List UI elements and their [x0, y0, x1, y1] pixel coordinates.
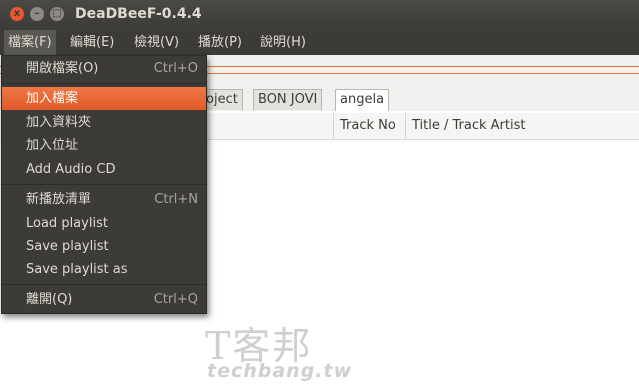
menu-item-accelerator: Ctrl+N	[154, 192, 198, 207]
menu-item-add-folder[interactable]: 加入資料夾	[2, 111, 206, 134]
menu-help[interactable]: 說明(H)	[256, 30, 310, 55]
window-title: DeaDBeeF-0.4.4	[75, 6, 202, 22]
menu-item-add-file[interactable]: 加入檔案	[2, 87, 206, 110]
menu-item-label: Load playlist	[26, 216, 108, 231]
menu-item-label: Save playlist	[26, 239, 109, 254]
menu-view[interactable]: 檢視(V)	[130, 30, 183, 55]
menu-playback[interactable]: 播放(P)	[194, 30, 246, 55]
menu-item-label: 開啟檔案(O)	[26, 61, 99, 76]
menu-file[interactable]: 檔案(F)	[4, 30, 56, 55]
menu-item-add-audio-cd[interactable]: Add Audio CD	[2, 158, 206, 181]
menu-edit[interactable]: 編輯(E)	[66, 30, 118, 55]
menu-item-add-location[interactable]: 加入位址	[2, 134, 206, 157]
column-title-artist[interactable]: Title / Track Artist	[405, 113, 639, 139]
watermark-url: techbang.tw	[207, 360, 353, 382]
column-track-no[interactable]: Track No	[333, 113, 405, 139]
menu-item-accelerator: Ctrl+Q	[153, 292, 198, 307]
menu-separator	[2, 83, 206, 84]
menu-item-label: Save playlist as	[26, 262, 128, 277]
menu-item-load-playlist[interactable]: Load playlist	[2, 212, 206, 235]
menu-item-quit[interactable]: 離開(Q) Ctrl+Q	[2, 288, 206, 311]
menu-separator	[2, 184, 206, 185]
menu-item-accelerator: Ctrl+O	[153, 61, 198, 76]
tab-angela[interactable]: angela	[335, 89, 390, 111]
menu-item-label: 加入位址	[26, 138, 79, 153]
maximize-window-icon[interactable]: □	[50, 7, 64, 21]
menu-item-label: Add Audio CD	[26, 162, 116, 177]
menu-item-save-playlist[interactable]: Save playlist	[2, 235, 206, 258]
menu-item-label: 加入資料夾	[26, 115, 92, 130]
menu-item-save-playlist-as[interactable]: Save playlist as	[2, 258, 206, 281]
menu-item-open-file[interactable]: 開啟檔案(O) Ctrl+O	[2, 57, 206, 80]
title-bar: x – □ DeaDBeeF-0.4.4	[0, 0, 639, 30]
file-menu-dropdown: 開啟檔案(O) Ctrl+O 加入檔案 加入資料夾 加入位址 Add Audio…	[1, 55, 207, 314]
menu-bar: 檔案(F) 編輯(E) 檢視(V) 播放(P) 說明(H)	[0, 30, 639, 55]
menu-item-label: 加入檔案	[26, 91, 79, 106]
menu-item-label: 離開(Q)	[26, 292, 73, 307]
menu-item-label: 新播放清單	[26, 192, 92, 207]
close-window-icon[interactable]: x	[10, 7, 24, 21]
minimize-window-icon[interactable]: –	[30, 7, 44, 21]
menu-separator	[2, 284, 206, 285]
tab-bon-jovi[interactable]: BON JOVI	[253, 89, 323, 110]
menu-item-new-playlist[interactable]: 新播放清單 Ctrl+N	[2, 188, 206, 211]
